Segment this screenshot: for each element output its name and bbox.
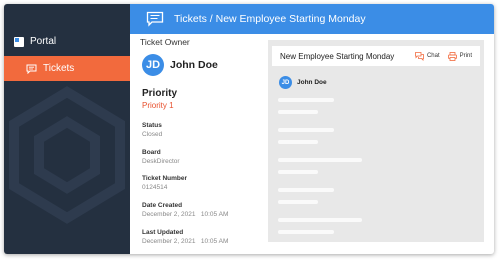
chat-button[interactable]: Chat — [415, 51, 440, 61]
sidebar-item-label: Tickets — [43, 63, 75, 74]
message-author: JD John Doe — [279, 76, 327, 89]
ticket-owner: JD John Doe — [142, 54, 218, 76]
conversation-header: New Employee Starting Monday Chat Print — [272, 46, 480, 66]
printer-icon — [447, 51, 457, 61]
chat-label: Chat — [426, 53, 440, 59]
conversation-subject: New Employee Starting Monday — [280, 51, 395, 61]
header-bar: Tickets / New Employee Starting Monday — [130, 4, 494, 34]
last-updated-field: Last Updated December 2, 2021 10:05 AM — [142, 229, 228, 245]
board-label: Board — [142, 149, 161, 156]
date-created-field: Date Created December 2, 2021 10:05 AM — [142, 202, 228, 218]
priority-heading: Priority — [142, 88, 178, 99]
author-name: John Doe — [297, 79, 327, 86]
board-field: Board DeskDirector — [142, 149, 180, 165]
message-placeholder-line — [278, 200, 318, 204]
sidebar-item-tickets[interactable]: Tickets — [4, 56, 130, 81]
message-placeholder-line — [278, 98, 334, 102]
sidebar: Portal Tickets — [4, 4, 130, 254]
message-placeholder-line — [278, 170, 318, 174]
date-created-value: December 2, 2021 10:05 AM — [142, 211, 229, 218]
message-placeholder-line — [278, 158, 362, 162]
priority-value: Priority 1 — [142, 101, 174, 110]
message-placeholder-line — [278, 140, 318, 144]
message-placeholder-line — [278, 188, 334, 192]
avatar: JD — [142, 54, 164, 76]
date-created-label: Date Created — [142, 202, 183, 209]
status-label: Status — [142, 122, 162, 129]
portal-label: Portal — [30, 36, 57, 47]
page-title: Tickets / New Employee Starting Monday — [174, 13, 366, 25]
background-pattern-icon — [9, 86, 125, 224]
board-value: DeskDirector — [142, 158, 180, 165]
ticket-number-label: Ticket Number — [142, 175, 188, 182]
app-window: Portal Tickets Tickets / New Employee St… — [4, 4, 494, 254]
ticket-icon — [26, 64, 37, 74]
ticket-owner-label: Ticket Owner — [140, 37, 190, 47]
conversation-panel: New Employee Starting Monday Chat Print … — [268, 40, 484, 242]
status-field: Status Closed — [142, 122, 162, 138]
portal-link[interactable]: Portal — [14, 36, 56, 47]
message-placeholder-line — [278, 110, 318, 114]
last-updated-value: December 2, 2021 10:05 AM — [142, 238, 229, 245]
print-label: Print — [459, 53, 472, 59]
portal-icon — [14, 36, 24, 47]
ticket-number-field: Ticket Number 0124514 — [142, 175, 187, 191]
print-button[interactable]: Print — [447, 51, 472, 61]
ticket-number-value: 0124514 — [142, 184, 168, 191]
chat-bubble-icon — [146, 11, 164, 27]
message-placeholder-line — [278, 230, 334, 234]
chat-icon — [415, 51, 424, 61]
avatar: JD — [279, 76, 292, 89]
status-value: Closed — [142, 131, 163, 138]
last-updated-label: Last Updated — [142, 229, 184, 236]
message-placeholder-line — [278, 128, 334, 132]
message-placeholder-line — [278, 218, 362, 222]
owner-name: John Doe — [170, 59, 218, 71]
